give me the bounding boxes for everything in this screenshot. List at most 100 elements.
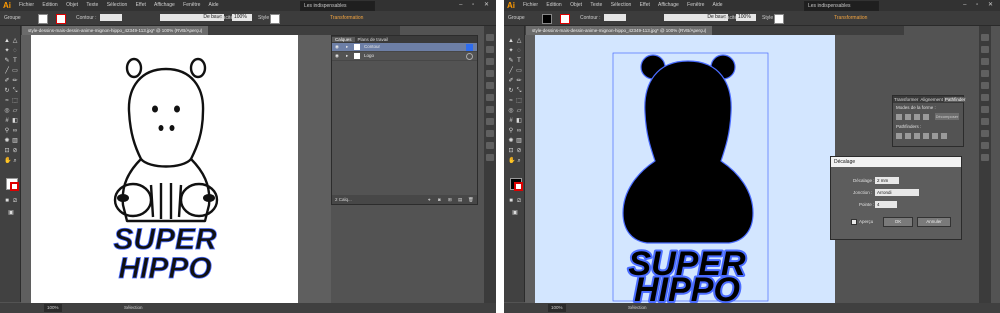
graphic-style-swatch[interactable]: [270, 14, 280, 24]
stroke-profile-select[interactable]: De base: [664, 14, 728, 21]
menu-objet[interactable]: Objet: [66, 2, 78, 8]
gradient-panel-icon[interactable]: [486, 94, 494, 101]
stroke-panel-icon[interactable]: [486, 82, 494, 89]
layers-panel-icon[interactable]: [486, 142, 494, 149]
artboard[interactable]: SUPER HIPPO: [535, 35, 835, 303]
stroke-profile-select[interactable]: De base: [160, 14, 224, 21]
screen-mode-icon[interactable]: ▣: [512, 210, 518, 216]
fill-swatch[interactable]: [38, 14, 48, 24]
gradient-panel-icon[interactable]: [981, 94, 989, 101]
free-transform-tool-icon[interactable]: ⬚: [516, 98, 522, 104]
slice-tool-icon[interactable]: ⊘: [12, 148, 18, 154]
transparency-panel-icon[interactable]: [981, 106, 989, 113]
rotate-tool-icon[interactable]: ↻: [508, 88, 514, 94]
menu-edition[interactable]: Edition: [42, 2, 57, 8]
layers-panel-icon[interactable]: [981, 142, 989, 149]
stroke-panel-icon[interactable]: [981, 82, 989, 89]
workspace-switcher[interactable]: Les indispensables: [804, 1, 879, 11]
brushes-panel-icon[interactable]: [981, 58, 989, 65]
menu-selection[interactable]: Sélection: [107, 2, 128, 8]
hand-tool-icon[interactable]: ✋: [4, 158, 11, 164]
magic-wand-tool-icon[interactable]: ✦: [508, 48, 514, 54]
artboards-panel-icon[interactable]: [981, 154, 989, 161]
free-transform-tool-icon[interactable]: ⬚: [12, 98, 18, 104]
gradient-tool-icon[interactable]: ◧: [12, 118, 18, 124]
eye-icon[interactable]: ◉: [335, 43, 339, 51]
layer-name[interactable]: Contour: [364, 43, 380, 51]
zoom-tool-icon[interactable]: ⌕: [12, 158, 18, 164]
symbol-sprayer-tool-icon[interactable]: ✺: [508, 138, 514, 144]
color-mode-icon[interactable]: ■: [508, 198, 514, 204]
stroke-color-box[interactable]: [10, 182, 19, 191]
type-tool-icon[interactable]: T: [516, 58, 522, 64]
canvas-area[interactable]: SUPER HIPPO: [21, 35, 331, 303]
menu-aide[interactable]: Aide: [209, 2, 219, 8]
brush-tool-icon[interactable]: ✐: [508, 78, 514, 84]
artboard-tool-icon[interactable]: ⊡: [508, 148, 514, 154]
swatches-panel-icon[interactable]: [486, 46, 494, 53]
slice-tool-icon[interactable]: ⊘: [516, 148, 522, 154]
fill-swatch[interactable]: [542, 14, 552, 24]
opacity-field[interactable]: 100%: [232, 14, 252, 21]
preview-checkbox[interactable]: Aperçu: [851, 218, 873, 225]
opacity-field[interactable]: 100%: [736, 14, 756, 21]
layer-row-logo[interactable]: ◉ ▸ Logo: [332, 52, 477, 61]
mesh-tool-icon[interactable]: #: [4, 118, 10, 124]
offset-input[interactable]: 2 mm: [875, 177, 899, 184]
lasso-tool-icon[interactable]: ◌: [516, 48, 522, 54]
appearance-panel-icon[interactable]: [486, 118, 494, 125]
unite-icon[interactable]: [896, 114, 902, 120]
rectangle-tool-icon[interactable]: ▭: [516, 68, 522, 74]
shape-builder-tool-icon[interactable]: ◎: [4, 108, 10, 114]
none-color-icon[interactable]: ⧄: [516, 198, 522, 204]
menu-fenetre[interactable]: Fenêtre: [183, 2, 200, 8]
stroke-swatch[interactable]: [56, 14, 66, 24]
outline-icon[interactable]: [932, 133, 938, 139]
symbols-panel-icon[interactable]: [486, 70, 494, 77]
cancel-button[interactable]: Annuler: [917, 217, 951, 227]
expand-button[interactable]: Décomposer: [935, 113, 959, 120]
window-controls[interactable]: – ▫ ✕: [963, 0, 997, 11]
crop-icon[interactable]: [923, 133, 929, 139]
symbols-panel-icon[interactable]: [981, 70, 989, 77]
brushes-panel-icon[interactable]: [486, 58, 494, 65]
document-tab[interactable]: style-dessins-mais-dessin-anime-mignon-h…: [22, 26, 209, 35]
graph-tool-icon[interactable]: ▥: [516, 138, 522, 144]
expand-arrow-icon[interactable]: ▸: [346, 52, 348, 60]
trash-icon[interactable]: 🗑: [468, 195, 474, 204]
divide-icon[interactable]: [896, 133, 902, 139]
stroke-swatch[interactable]: [560, 14, 570, 24]
stroke-color-box[interactable]: [514, 182, 523, 191]
stroke-weight-field[interactable]: [100, 14, 122, 21]
magic-wand-tool-icon[interactable]: ✦: [4, 48, 10, 54]
ok-button[interactable]: OK: [883, 217, 913, 227]
scale-tool-icon[interactable]: ⤡: [516, 88, 522, 94]
transform-link[interactable]: Transformation: [834, 11, 867, 25]
blend-tool-icon[interactable]: ∞: [516, 128, 522, 134]
locate-object-icon[interactable]: ⌖: [428, 195, 431, 204]
line-tool-icon[interactable]: ╱: [4, 68, 10, 74]
pencil-tool-icon[interactable]: ✏: [12, 78, 18, 84]
gradient-tool-icon[interactable]: ◧: [516, 118, 522, 124]
exclude-icon[interactable]: [923, 114, 929, 120]
menu-fichier[interactable]: Fichier: [523, 2, 538, 8]
minus-front-icon[interactable]: [905, 114, 911, 120]
artboard-tool-icon[interactable]: ⊡: [4, 148, 10, 154]
pen-tool-icon[interactable]: ✎: [508, 58, 514, 64]
graphic-style-swatch[interactable]: [774, 14, 784, 24]
eye-icon[interactable]: ◉: [335, 52, 339, 60]
stroke-weight-field[interactable]: [604, 14, 626, 21]
menu-fenetre[interactable]: Fenêtre: [687, 2, 704, 8]
graphic-styles-panel-icon[interactable]: [486, 130, 494, 137]
target-circle-icon[interactable]: [466, 44, 473, 51]
merge-icon[interactable]: [914, 133, 920, 139]
layer-name[interactable]: Logo: [364, 52, 374, 60]
menu-affichage[interactable]: Affichage: [154, 2, 175, 8]
type-tool-icon[interactable]: T: [12, 58, 18, 64]
menu-affichage[interactable]: Affichage: [658, 2, 679, 8]
graph-tool-icon[interactable]: ▥: [12, 138, 18, 144]
direct-selection-tool-icon[interactable]: △: [12, 38, 18, 44]
mesh-tool-icon[interactable]: #: [508, 118, 514, 124]
minus-back-icon[interactable]: [941, 133, 947, 139]
miter-input[interactable]: 4: [875, 201, 897, 208]
